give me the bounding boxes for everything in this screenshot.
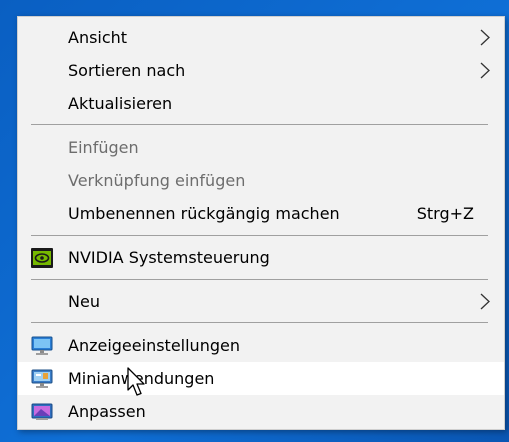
- menu-item-label: Neu: [68, 292, 100, 311]
- menu-item-new[interactable]: Neu: [18, 285, 504, 318]
- menu-item-gadgets[interactable]: Minianwendungen: [18, 362, 504, 395]
- menu-item-label: Umbenennen rückgängig machen: [68, 204, 340, 223]
- menu-item-label: Ansicht: [68, 28, 128, 47]
- menu-separator: [31, 322, 488, 323]
- menu-item-undo-rename[interactable]: Umbenennen rückgängig machen Strg+Z: [18, 197, 504, 230]
- menu-item-refresh[interactable]: Aktualisieren: [18, 87, 504, 120]
- menu-item-label: Aktualisieren: [68, 94, 173, 113]
- menu-item-label: Anzeigeeinstellungen: [68, 336, 240, 355]
- chevron-right-icon: [480, 62, 490, 79]
- desktop-context-menu: Ansicht Sortieren nach Aktualisieren Ein…: [17, 16, 505, 430]
- chevron-right-icon: [480, 29, 490, 46]
- menu-separator: [31, 235, 488, 236]
- menu-item-label: Verknüpfung einfügen: [68, 171, 246, 190]
- menu-item-display-settings[interactable]: Anzeigeeinstellungen: [18, 329, 504, 362]
- menu-item-paste-shortcut[interactable]: Verknüpfung einfügen: [18, 164, 504, 197]
- menu-item-label: Einfügen: [68, 138, 139, 157]
- menu-item-label: NVIDIA Systemsteuerung: [68, 248, 270, 267]
- display-settings-icon: [31, 336, 53, 355]
- menu-item-view[interactable]: Ansicht: [18, 21, 504, 54]
- gadgets-icon: [31, 369, 53, 388]
- menu-item-paste[interactable]: Einfügen: [18, 131, 504, 164]
- personalize-icon: [31, 403, 53, 420]
- menu-separator: [31, 124, 488, 125]
- chevron-right-icon: [480, 293, 490, 310]
- menu-item-label: Sortieren nach: [68, 61, 186, 80]
- menu-separator: [31, 279, 488, 280]
- menu-item-personalize[interactable]: Anpassen: [18, 395, 504, 428]
- menu-item-nvidia-control-panel[interactable]: NVIDIA Systemsteuerung: [18, 241, 504, 274]
- menu-item-shortcut: Strg+Z: [416, 204, 474, 223]
- mouse-pointer-icon: [127, 367, 145, 396]
- menu-item-sort-by[interactable]: Sortieren nach: [18, 54, 504, 87]
- nvidia-icon: [31, 248, 53, 268]
- menu-item-label: Anpassen: [68, 402, 146, 421]
